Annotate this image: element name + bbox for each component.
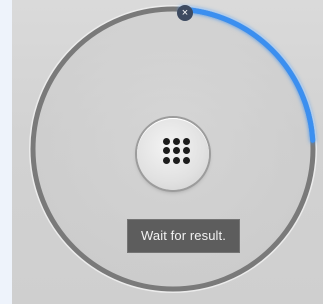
screen-frame: × Wait for result. bbox=[0, 0, 323, 304]
keypad-dot bbox=[183, 147, 190, 154]
keypad-dot bbox=[173, 147, 180, 154]
keypad-dot bbox=[173, 138, 180, 145]
keypad-dot bbox=[163, 157, 170, 164]
keypad-button[interactable] bbox=[137, 118, 209, 190]
keypad-dot bbox=[183, 138, 190, 145]
keypad-dot bbox=[183, 157, 190, 164]
status-toast: Wait for result. bbox=[127, 219, 240, 253]
keypad-dot bbox=[163, 147, 170, 154]
close-icon[interactable]: × bbox=[177, 5, 193, 21]
keypad-dot bbox=[173, 157, 180, 164]
progress-dialog: × Wait for result. bbox=[12, 0, 323, 304]
keypad-dot bbox=[163, 138, 170, 145]
